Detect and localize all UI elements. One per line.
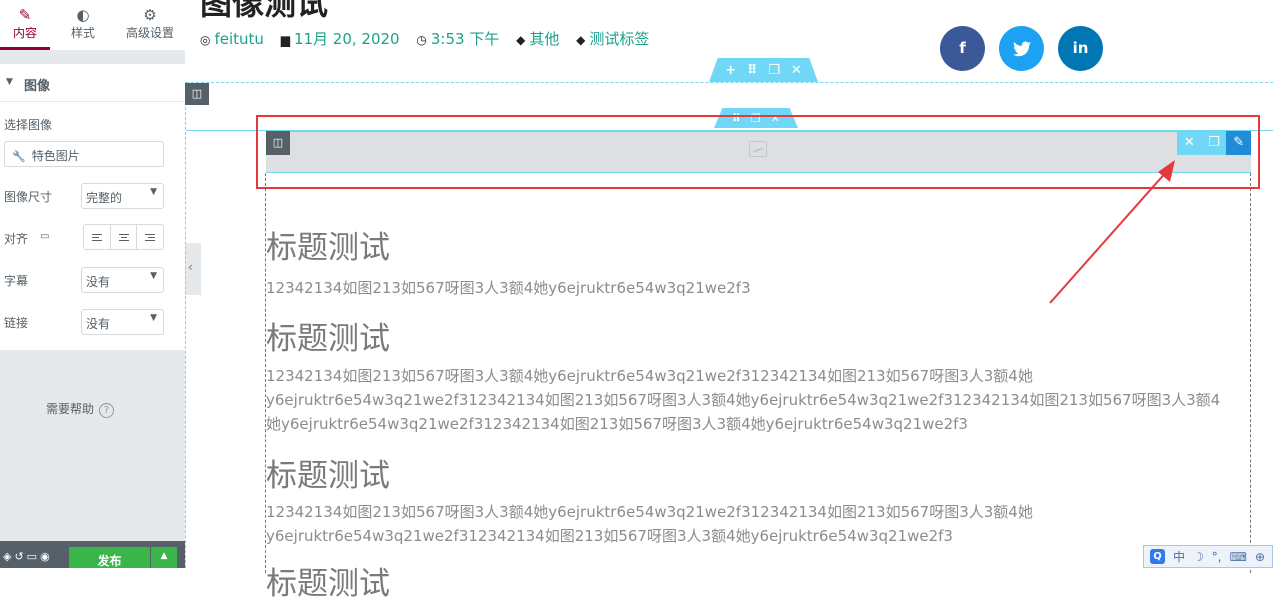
gear-icon: ⚙ bbox=[143, 6, 157, 24]
caret-down-icon: ▼ bbox=[150, 187, 157, 197]
question-icon: ? bbox=[99, 403, 115, 418]
image-size-value: 完整的 bbox=[86, 191, 123, 205]
close-icon[interactable]: ✕ bbox=[791, 63, 802, 78]
panel-tabs: ✎ 内容 ◐ 样式 ⚙ 高级设置 bbox=[0, 0, 185, 50]
section-toolbar: + ⠿ ❐ ✕ bbox=[709, 58, 818, 82]
caption-label: 字幕 bbox=[4, 274, 29, 288]
clock-icon: ◷ bbox=[416, 33, 427, 47]
punctuation-icon[interactable]: °, bbox=[1212, 550, 1222, 564]
monitor-icon[interactable]: ▭ bbox=[40, 231, 49, 242]
tab-advanced-label: 高级设置 bbox=[125, 26, 174, 40]
image-source-field[interactable]: 🔧 特色图片 bbox=[4, 141, 164, 167]
image-source-value: 特色图片 bbox=[31, 149, 80, 163]
publish-options-button[interactable]: ▲ bbox=[151, 547, 177, 568]
content-paragraph: 12342134如图213如567呀图3人3额4她y6ejruktr6e54w3… bbox=[266, 279, 751, 297]
linkedin-share-button[interactable]: in bbox=[1058, 26, 1103, 71]
tag-icon: ◆ bbox=[576, 33, 586, 47]
panel-footer: ◈↺▭◉ 发布 ▲ bbox=[0, 541, 185, 568]
align-buttons bbox=[83, 224, 164, 250]
link-select[interactable]: 没有 ▼ bbox=[81, 309, 164, 335]
panel-gap bbox=[0, 50, 185, 64]
content-heading: 标题测试 bbox=[266, 458, 390, 494]
align-center-button[interactable] bbox=[111, 225, 138, 249]
post-title: 图像测试 bbox=[200, 0, 329, 22]
content-paragraph: 12342134如图213如567呀图3人3额4她y6ejruktr6e54w3… bbox=[266, 367, 1221, 433]
align-left-button[interactable] bbox=[84, 225, 111, 249]
settings-icon[interactable]: ⊕ bbox=[1255, 550, 1265, 564]
help-label: 需要帮助 bbox=[46, 402, 95, 416]
calendar-icon: ▆ bbox=[280, 33, 290, 47]
caption-value: 没有 bbox=[86, 275, 111, 289]
select-image-label: 选择图像 bbox=[4, 118, 53, 132]
add-icon[interactable]: + bbox=[725, 63, 736, 78]
linkedin-icon: in bbox=[1072, 39, 1089, 57]
wrench-icon: 🔧 bbox=[12, 150, 26, 163]
link-label: 链接 bbox=[4, 316, 29, 330]
help-link[interactable]: 需要帮助? bbox=[46, 400, 115, 418]
tab-content[interactable]: ✎ 内容 bbox=[0, 0, 50, 50]
post-author[interactable]: feitutu bbox=[214, 30, 263, 48]
post-meta: ◎ feitutu ▆ 11月 20, 2020 ◷ 3:53 下午 ◆ 其他 ◆ 测试标… bbox=[200, 28, 661, 49]
caption-select[interactable]: 没有 ▼ bbox=[81, 267, 164, 293]
tab-content-label: 内容 bbox=[12, 26, 37, 40]
section-title: 图像 bbox=[24, 79, 51, 94]
moon-icon[interactable]: ☽ bbox=[1193, 550, 1204, 564]
section-outline bbox=[186, 82, 1273, 83]
collapse-panel-button[interactable]: ‹ bbox=[185, 243, 201, 295]
link-value: 没有 bbox=[86, 317, 111, 331]
ime-language[interactable]: 中 bbox=[1173, 548, 1185, 565]
tab-advanced[interactable]: ⚙ 高级设置 bbox=[118, 0, 182, 50]
section-handle[interactable]: ◫ bbox=[185, 83, 209, 105]
section-header[interactable]: ▼ 图像 bbox=[0, 64, 185, 102]
post-tag[interactable]: 测试标签 bbox=[589, 30, 649, 48]
content-heading: 标题测试 bbox=[266, 566, 390, 602]
image-section: ▼ 图像 选择图像 🔧 特色图片 图像尺寸 完整的 ▼ 对齐 ▭ 字幕 没有 ▼ … bbox=[0, 64, 185, 350]
editor-panel: ✎ 内容 ◐ 样式 ⚙ 高级设置 ▼ 图像 选择图像 🔧 特色图片 图像尺寸 完整… bbox=[0, 0, 185, 568]
duplicate-icon[interactable]: ❐ bbox=[768, 63, 780, 78]
align-right-button[interactable] bbox=[137, 225, 163, 249]
user-icon: ◎ bbox=[200, 33, 211, 47]
content-paragraph: 12342134如图213如567呀图3人3额4她y6ejruktr6e54w3… bbox=[266, 503, 1033, 545]
tab-style[interactable]: ◐ 样式 bbox=[58, 0, 108, 50]
facebook-icon: f bbox=[959, 39, 966, 57]
keyboard-icon[interactable]: ⌨ bbox=[1230, 550, 1247, 564]
twitter-icon bbox=[1012, 41, 1031, 57]
content-heading: 标题测试 bbox=[266, 321, 390, 357]
post-category[interactable]: 其他 bbox=[529, 30, 559, 48]
post-date[interactable]: 11月 20, 2020 bbox=[294, 30, 400, 48]
image-size-label: 图像尺寸 bbox=[4, 190, 53, 204]
caret-down-icon: ▼ bbox=[150, 271, 157, 281]
image-size-select[interactable]: 完整的 ▼ bbox=[81, 183, 164, 209]
caret-down-icon: ▼ bbox=[150, 313, 157, 323]
align-label: 对齐 bbox=[4, 232, 29, 246]
ime-logo-icon[interactable]: Q bbox=[1150, 549, 1165, 564]
footer-tools-icons[interactable]: ◈↺▭◉ bbox=[3, 550, 53, 563]
post-time: 3:53 下午 bbox=[430, 30, 500, 48]
twitter-share-button[interactable] bbox=[999, 26, 1044, 71]
caret-down-icon: ▼ bbox=[6, 77, 13, 87]
tag-icon: ◆ bbox=[516, 33, 526, 47]
half-circle-icon: ◐ bbox=[76, 6, 90, 24]
tab-style-label: 样式 bbox=[70, 26, 95, 40]
ime-toolbar: Q 中 ☽ °, ⌨ ⊕ bbox=[1143, 545, 1273, 568]
publish-button[interactable]: 发布 bbox=[69, 547, 150, 568]
drag-handle-icon[interactable]: ⠿ bbox=[747, 63, 757, 78]
facebook-share-button[interactable]: f bbox=[940, 26, 985, 71]
content-heading: 标题测试 bbox=[266, 230, 390, 266]
section-outline-left bbox=[185, 82, 186, 568]
pencil-icon: ✎ bbox=[18, 6, 32, 24]
